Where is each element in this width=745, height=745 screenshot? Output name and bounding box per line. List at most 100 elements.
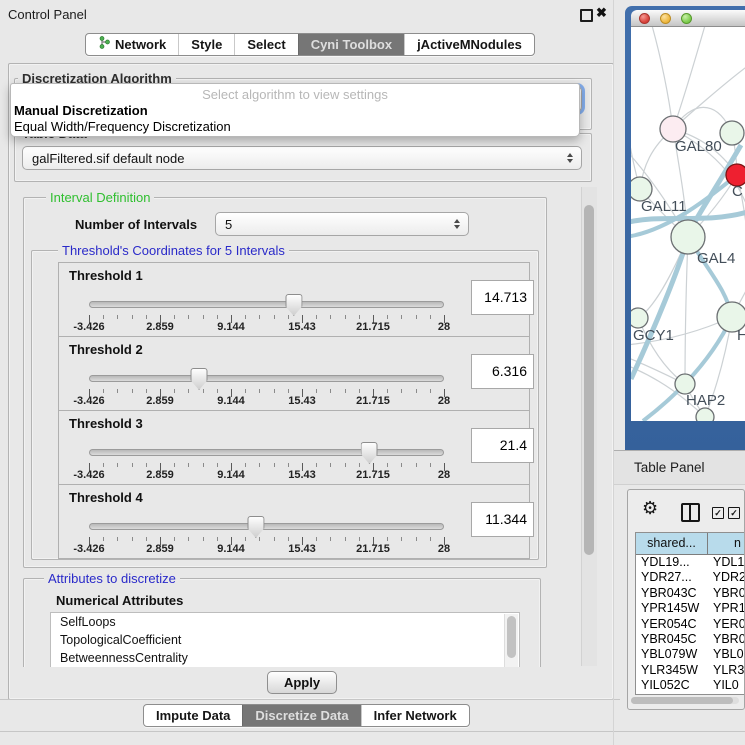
scale-label: 15.43 [288,543,316,555]
network-node[interactable] [720,121,744,145]
cell-shared-name[interactable]: YBR043C [636,586,708,601]
threshold-slider[interactable] [89,441,444,463]
tab-cyni-toolbox[interactable]: Cyni Toolbox [298,34,404,55]
slider-thumb-icon[interactable] [361,442,378,464]
popup-option-manual[interactable]: Manual Discretization [14,103,148,118]
checkbox-icon[interactable]: ✓ [728,507,740,519]
scrollbar-thumb[interactable] [584,205,594,555]
slider-thumb-icon[interactable] [247,516,264,538]
slider-track[interactable] [89,523,444,530]
threshold-value-field[interactable]: 11.344 [471,502,534,537]
slider-track[interactable] [89,375,444,382]
threshold-slider[interactable] [89,293,444,315]
gear-icon[interactable]: ⚙ [642,498,658,519]
cell-shared-name[interactable]: YDR27... [636,570,708,585]
tab-select[interactable]: Select [234,34,297,55]
threshold-value-field[interactable]: 21.4 [471,428,534,463]
tick-mark [330,315,331,319]
threshold-slider[interactable] [89,367,444,389]
cell-name[interactable]: YDR2 [708,570,745,585]
scale-label: 2.859 [146,395,174,407]
scale-label: 15.43 [288,321,316,333]
table-row[interactable]: YDL19...YDL1 [636,555,745,570]
table-row[interactable]: YLR345WYLR3 [636,663,745,678]
scrollbar-thumb[interactable] [631,697,733,704]
threshold-slider[interactable] [89,515,444,537]
tab-jactivemnodules[interactable]: jActiveMNodules [404,34,534,55]
table-data-value: galFiltered.sif default node [32,151,184,166]
column-header-shared-name[interactable]: shared... [636,533,708,554]
cell-shared-name[interactable]: YER054C [636,617,708,632]
slider-track[interactable] [89,301,444,308]
network-canvas[interactable]: GAL80CGAL11GAL4GCY1HHAP2 [631,27,745,421]
cell-shared-name[interactable]: YDL19... [636,555,708,570]
table-row[interactable]: YDR27...YDR2 [636,570,745,585]
tick-mark [174,463,175,467]
list-scrollbar[interactable] [504,614,518,667]
cell-name[interactable]: YBR0 [708,632,745,647]
table-row[interactable]: YPR145WYPR1 [636,601,745,616]
cell-shared-name[interactable]: YBL079W [636,647,708,662]
scale-label: 21.715 [356,395,390,407]
list-item[interactable]: TopologicalCoefficient [51,631,519,649]
slider-thumb-icon[interactable] [191,368,208,390]
tab-infer-network[interactable]: Infer Network [361,705,469,726]
cell-name[interactable]: YIL0 [708,678,739,693]
cell-shared-name[interactable]: YBR045C [636,632,708,647]
tick-mark [203,537,204,541]
cell-shared-name[interactable]: YIL052C [636,678,708,693]
column-header-name[interactable]: n [708,533,745,554]
table-row[interactable]: YBL079WYBL0 [636,647,745,662]
checkbox-icon[interactable]: ✓ [712,507,724,519]
apply-button[interactable]: Apply [267,671,337,694]
close-traffic-light-icon[interactable] [639,13,650,24]
list-item[interactable]: BetweennessCentrality [51,649,519,667]
column-split-icon[interactable] [681,503,700,522]
tick-mark [117,463,118,467]
table-row[interactable]: YER054CYER0 [636,617,745,632]
slider-thumb-icon[interactable] [285,294,302,316]
slider-track[interactable] [89,449,444,456]
float-window-icon[interactable] [580,9,593,22]
cell-name[interactable]: YLR3 [708,663,744,678]
popup-option-equal-width[interactable]: Equal Width/Frequency Discretization [14,119,231,134]
tab-style[interactable]: Style [178,34,234,55]
tab-label: jActiveMNodules [417,34,522,55]
cell-name[interactable]: YBR0 [708,586,745,601]
tick-mark [217,389,218,393]
threshold-value-field[interactable]: 6.316 [471,354,534,389]
table-row[interactable]: YIL052CYIL0 [636,678,745,693]
cell-name[interactable]: YPR1 [708,601,745,616]
table-row[interactable]: YBR043CYBR0 [636,586,745,601]
threshold-value-field[interactable]: 14.713 [471,280,534,315]
cell-name[interactable]: YBL0 [708,647,744,662]
tick-mark [401,315,402,319]
tab-discretize-data[interactable]: Discretize Data [242,705,360,726]
close-icon[interactable]: ✖ [596,5,607,21]
network-node-hap2[interactable] [675,374,695,394]
cell-name[interactable]: YER0 [708,617,745,632]
tick-mark [316,315,317,319]
cell-shared-name[interactable]: YPR145W [636,601,708,616]
table-horizontal-scrollbar[interactable] [631,697,739,704]
cell-name[interactable]: YDL1 [708,555,744,570]
list-item[interactable]: SelfLoops [51,613,519,631]
tick-mark [188,389,189,393]
cell-shared-name[interactable]: YLR345W [636,663,708,678]
table-row[interactable]: YBR045CYBR0 [636,632,745,647]
tick-mark [203,389,204,393]
tick-mark [203,463,204,467]
tick-mark [316,537,317,541]
num-intervals-combobox[interactable]: 5 [215,212,469,236]
network-window-titlebar[interactable] [631,10,745,27]
zoom-traffic-light-icon[interactable] [681,13,692,24]
network-node[interactable] [696,408,714,421]
tab-network[interactable]: Network [86,34,178,55]
network-node-gal4[interactable] [671,220,705,254]
tab-impute-data[interactable]: Impute Data [144,705,242,726]
settings-scrollbar[interactable] [581,187,597,666]
network-node-gcy1[interactable] [631,308,648,328]
panel-separator[interactable] [613,0,614,745]
table-data-combobox[interactable]: galFiltered.sif default node [22,146,582,170]
minimize-traffic-light-icon[interactable] [660,13,671,24]
